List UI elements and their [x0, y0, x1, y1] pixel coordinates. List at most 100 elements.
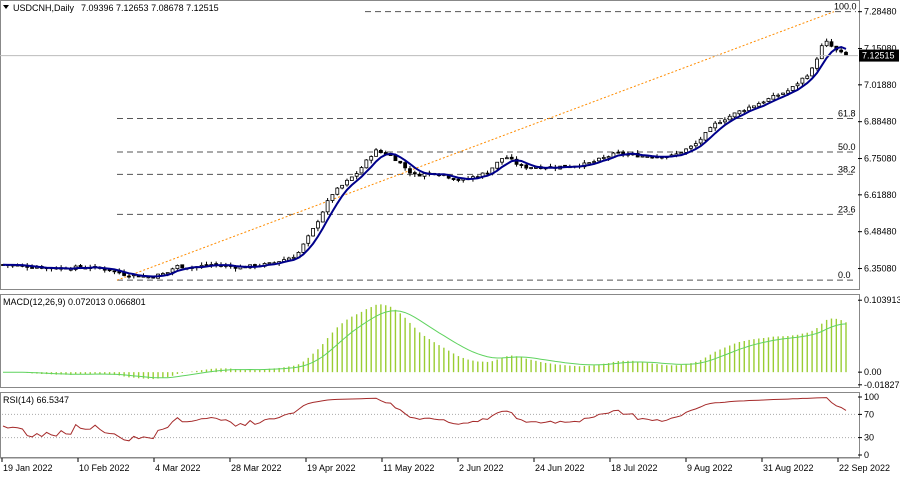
- candle-body: [790, 86, 795, 91]
- candle-body: [291, 256, 296, 259]
- price-panel: 100.061.850.038.223.60.0 7.284807.150807…: [0, 0, 899, 290]
- candle-body: [785, 90, 790, 94]
- candle-body: [359, 167, 364, 174]
- candle-body: [722, 119, 727, 123]
- candle-body: [824, 40, 829, 47]
- candle-body: [819, 45, 824, 60]
- candle-body: [815, 58, 819, 69]
- price-tick-label: 7.01880: [864, 80, 897, 90]
- price-tick-label: 6.75080: [864, 154, 897, 164]
- time-tick-label: 24 Jun 2022: [535, 463, 585, 473]
- price-axis: 7.284807.150807.018806.884806.750806.618…: [0, 7, 899, 274]
- candle-body: [127, 275, 131, 278]
- candle-body: [412, 172, 417, 175]
- candle-body: [781, 92, 785, 95]
- candle-body: [601, 157, 606, 159]
- rsi-tick-label: 0: [864, 450, 869, 460]
- fib-level-label: 50.0: [838, 142, 856, 152]
- time-tick-label: 10 Feb 2022: [79, 463, 130, 473]
- rsi-path: [2, 397, 847, 442]
- candle-body: [839, 49, 844, 53]
- candle-body: [587, 162, 592, 165]
- fib-levels: 100.0 61.8 50.0 38.2 23.6 0.0: [117, 2, 857, 281]
- macd-histogram: [7, 304, 847, 380]
- candle-body: [727, 115, 732, 121]
- candle-body: [417, 173, 422, 177]
- candle-body: [597, 157, 601, 162]
- time-tick-label: 19 Jan 2022: [3, 463, 53, 473]
- candle-body: [829, 41, 834, 47]
- candle-body: [340, 184, 345, 189]
- fib-level-label: 0.0: [838, 270, 851, 280]
- candle-body: [403, 162, 408, 169]
- candle-body: [320, 211, 325, 223]
- candle-body: [335, 187, 340, 195]
- moving-average: [2, 45, 847, 278]
- candle-body: [504, 157, 509, 160]
- time-tick-label: 9 Aug 2022: [687, 463, 733, 473]
- candle-body: [766, 98, 771, 102]
- candle-body: [776, 94, 781, 97]
- candle-body: [640, 155, 645, 158]
- time-tick-label: 19 Apr 2022: [307, 463, 356, 473]
- price-tick-label: 6.61880: [864, 190, 897, 200]
- candle-body: [732, 112, 737, 118]
- candle-body: [175, 265, 180, 269]
- candle-body: [451, 178, 456, 180]
- candle-body: [30, 267, 34, 269]
- chart-header: USDCNH,Daily 7.09396 7.12653 7.08678 7.1…: [3, 3, 219, 13]
- candle-body: [354, 173, 359, 177]
- rsi-axis: 100 70 30 0: [858, 392, 879, 460]
- candle-body: [165, 272, 170, 275]
- macd-axis: 0.103913 0.00 -0.018278: [858, 295, 900, 390]
- macd-tick-label: 0.103913: [864, 295, 900, 305]
- candle-body: [810, 67, 814, 77]
- time-tick-label: 28 Mar 2022: [231, 463, 282, 473]
- rsi-panel: 100 70 30 0 RSI(14) 66.5347: [0, 392, 879, 460]
- candle-body: [844, 51, 848, 56]
- ohlc-label: 7.09396 7.12653 7.08678 7.12515: [81, 3, 219, 13]
- candle-body: [795, 83, 800, 87]
- candle-body: [752, 105, 756, 109]
- candle-body: [529, 167, 533, 169]
- candle-body: [112, 270, 117, 273]
- candle-body: [606, 156, 611, 159]
- rsi-tick-label: 70: [864, 409, 874, 419]
- candle-body: [592, 161, 596, 163]
- macd-tick-label: 0.00: [864, 367, 882, 377]
- candle-body: [689, 145, 693, 149]
- rsi-tick-label: 30: [864, 433, 874, 443]
- candle-body: [456, 178, 461, 181]
- candle-body: [267, 262, 272, 265]
- price-tick-label: 7.28480: [864, 7, 897, 17]
- fib-trend-line: [116, 11, 835, 281]
- candle-body: [519, 164, 524, 166]
- candle-body: [698, 138, 703, 144]
- candle-body: [756, 103, 761, 107]
- candle-body: [771, 95, 776, 100]
- candle-body: [509, 156, 514, 160]
- time-tick-label: 31 Aug 2022: [763, 463, 814, 473]
- time-tick-label: 2 Jun 2022: [459, 463, 504, 473]
- candle-body: [325, 200, 330, 213]
- candle-body: [742, 110, 747, 112]
- fib-level-label: 38.2: [838, 164, 856, 174]
- candle-body: [378, 150, 383, 153]
- chart-canvas[interactable]: 100.061.850.038.223.60.0 7.284807.150807…: [0, 0, 900, 477]
- rsi-tick-label: 100: [864, 392, 879, 402]
- rsi-label: RSI(14) 66.5347: [3, 395, 69, 405]
- candle-body: [374, 149, 378, 157]
- dropdown-arrow-icon[interactable]: [3, 5, 9, 9]
- ma-line: [2, 45, 847, 278]
- fib-level-label: 100.0: [834, 2, 857, 12]
- candle-body: [398, 160, 403, 164]
- candle-body: [693, 143, 698, 147]
- candle-body: [500, 158, 504, 163]
- macd-tick-label: -0.018278: [864, 380, 900, 390]
- candle-body: [495, 161, 500, 169]
- candle-body: [708, 127, 713, 133]
- time-tick-label: 4 Mar 2022: [155, 463, 201, 473]
- candle-body: [316, 221, 320, 229]
- fib-level-label: 61.8: [838, 109, 856, 119]
- last-price-label: 7.12515: [862, 51, 895, 61]
